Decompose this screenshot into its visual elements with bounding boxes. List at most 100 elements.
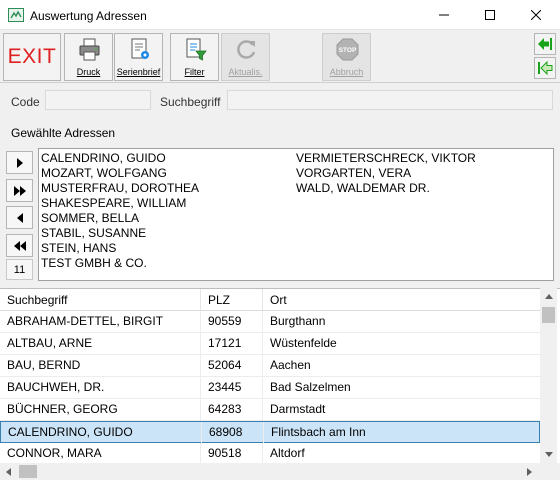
chevron-up-icon: [544, 294, 553, 299]
cancel-button[interactable]: STOP Abbruch: [322, 33, 371, 81]
svg-text:STOP: STOP: [339, 47, 357, 54]
selected-address-item[interactable]: VORGARTEN, VERA: [296, 166, 476, 181]
table-row[interactable]: ABRAHAM-DETTEL, BIRGIT 90559 Burgthann: [0, 311, 540, 333]
cell-plz: 90518: [201, 443, 263, 464]
table-row[interactable]: BAUCHWEH, DR. 23445 Bad Salzelmen: [0, 377, 540, 399]
scrollbar-corner: [540, 463, 560, 480]
arrow-left-icon: [538, 38, 552, 50]
cell-ort: Flintsbach am Inn: [271, 425, 366, 439]
selected-address-item[interactable]: SHAKESPEARE, WILLIAM: [41, 196, 199, 211]
filter-icon: [186, 38, 207, 61]
move-right-button[interactable]: [6, 151, 33, 174]
refresh-button[interactable]: Aktualis.: [221, 33, 270, 81]
scroll-down-button[interactable]: [540, 446, 557, 463]
printer-icon: [79, 38, 100, 61]
cell-ort: Altdorf: [270, 446, 305, 460]
selected-count: 11: [6, 259, 33, 280]
chevron-down-icon: [544, 452, 553, 457]
cell-suchbegriff: BAUCHWEH, DR.: [0, 377, 201, 398]
print-button[interactable]: Druck: [64, 33, 113, 81]
filter-button-label: Filter: [184, 67, 205, 77]
move-right-icon: [16, 157, 23, 168]
move-all-left-button[interactable]: [6, 234, 33, 257]
selected-address-item[interactable]: STEIN, HANS: [41, 241, 199, 256]
table-row[interactable]: BAU, BERND 52064 Aachen: [0, 355, 540, 377]
minimize-button[interactable]: [421, 0, 467, 30]
serial-letter-button-label: Serienbrief: [116, 67, 161, 77]
horizontal-scrollbar[interactable]: [0, 463, 540, 480]
column-header-plz[interactable]: PLZ: [201, 289, 263, 311]
cell-ort: Darmstadt: [270, 402, 326, 416]
move-left-icon: [16, 212, 23, 223]
cell-ort: Burgthann: [270, 314, 326, 328]
chevron-left-icon: [6, 467, 11, 476]
selected-address-item[interactable]: WALD, WALDEMAR DR.: [296, 181, 476, 196]
selected-address-item[interactable]: MOZART, WOLFGANG: [41, 166, 199, 181]
cell-ort: Bad Salzelmen: [270, 380, 351, 394]
minimize-icon: [439, 14, 449, 16]
app-icon: [8, 8, 24, 22]
table-row[interactable]: CONNOR, MARA 90518 Altdorf: [0, 443, 540, 465]
move-all-left-icon: [13, 240, 26, 251]
column-header-ort[interactable]: Ort: [263, 289, 540, 311]
nav-first-button[interactable]: [534, 57, 556, 79]
move-all-right-button[interactable]: [6, 179, 33, 202]
scroll-up-button[interactable]: [540, 288, 557, 305]
vertical-scrollbar[interactable]: [540, 288, 557, 463]
move-left-button[interactable]: [6, 206, 33, 229]
toolbar: EXIT Druck Serienbrief Filter Aktualis. …: [0, 31, 560, 83]
filter-button[interactable]: Filter: [170, 33, 219, 81]
selected-address-item[interactable]: CALENDRINO, GUIDO: [41, 151, 199, 166]
horizontal-scroll-thumb[interactable]: [19, 465, 37, 478]
refresh-button-label: Aktualis.: [228, 67, 263, 77]
selected-list-column-1: CALENDRINO, GUIDO MOZART, WOLFGANG MUSTERF…: [41, 151, 199, 271]
chevron-right-icon: [527, 467, 532, 476]
maximize-button[interactable]: [467, 0, 513, 30]
selected-address-item[interactable]: STABIL, SUSANNE: [41, 226, 199, 241]
close-button[interactable]: [513, 0, 559, 30]
cell-plz: 17121: [201, 333, 263, 354]
selected-address-item[interactable]: SOMMER, BELLA: [41, 211, 199, 226]
serial-letter-button[interactable]: Serienbrief: [114, 33, 163, 81]
cancel-button-label: Abbruch: [329, 67, 364, 77]
selected-address-item[interactable]: TEST GMBH & CO.: [41, 256, 199, 271]
cell-suchbegriff: CALENDRINO, GUIDO: [1, 422, 202, 443]
maximize-icon: [485, 10, 495, 20]
cell-plz: 90559: [201, 311, 263, 332]
cell-plz: 64283: [201, 399, 263, 420]
selected-address-item[interactable]: VERMIETERSCHRECK, VIKTOR: [296, 151, 476, 166]
nav-back-button[interactable]: [534, 33, 556, 55]
cell-ort: Wüstenfelde: [270, 336, 337, 350]
code-label: Code: [11, 95, 40, 109]
selected-address-item[interactable]: MUSTERFRAU, DOROTHEA: [41, 181, 199, 196]
code-field[interactable]: [45, 90, 151, 110]
table-row[interactable]: ALTBAU, ARNE 17121 Wüstenfelde: [0, 333, 540, 355]
cell-plz: 52064: [201, 355, 263, 376]
refresh-icon: [237, 40, 256, 59]
print-button-label: Druck: [76, 67, 101, 77]
cell-ort: Aachen: [270, 358, 311, 372]
selected-addresses-label: Gewählte Adressen: [11, 126, 116, 140]
search-field[interactable]: [227, 90, 553, 110]
address-grid[interactable]: Suchbegriff PLZ Ort ABRAHAM-DETTEL, BIRG…: [0, 288, 560, 480]
scroll-right-button[interactable]: [521, 463, 538, 480]
search-label: Suchbegriff: [160, 95, 221, 109]
cell-suchbegriff: ALTBAU, ARNE: [0, 333, 201, 354]
column-header-suchbegriff[interactable]: Suchbegriff: [0, 289, 201, 311]
move-all-right-icon: [13, 185, 26, 196]
grid-header: Suchbegriff PLZ Ort: [0, 289, 540, 311]
exit-button[interactable]: EXIT: [3, 33, 61, 81]
table-row[interactable]: CALENDRINO, GUIDO 68908 Flintsbach am Inn: [0, 421, 540, 443]
cell-suchbegriff: CONNOR, MARA: [0, 443, 201, 464]
letter-icon: [131, 38, 149, 59]
cell-suchbegriff: BAU, BERND: [0, 355, 201, 376]
table-row[interactable]: BÜCHNER, GEORG 64283 Darmstadt: [0, 399, 540, 421]
selected-list-column-2: VERMIETERSCHRECK, VIKTOR VORGARTEN, VERA W…: [296, 151, 476, 196]
stop-icon: STOP: [336, 38, 359, 61]
cell-suchbegriff: ABRAHAM-DETTEL, BIRGIT: [0, 311, 201, 332]
close-icon: [531, 10, 541, 20]
vertical-scroll-thumb[interactable]: [542, 307, 555, 323]
selected-addresses-list[interactable]: CALENDRINO, GUIDO MOZART, WOLFGANG MUSTERF…: [38, 148, 554, 281]
cell-suchbegriff: BÜCHNER, GEORG: [0, 399, 201, 420]
scroll-left-button[interactable]: [0, 463, 17, 480]
